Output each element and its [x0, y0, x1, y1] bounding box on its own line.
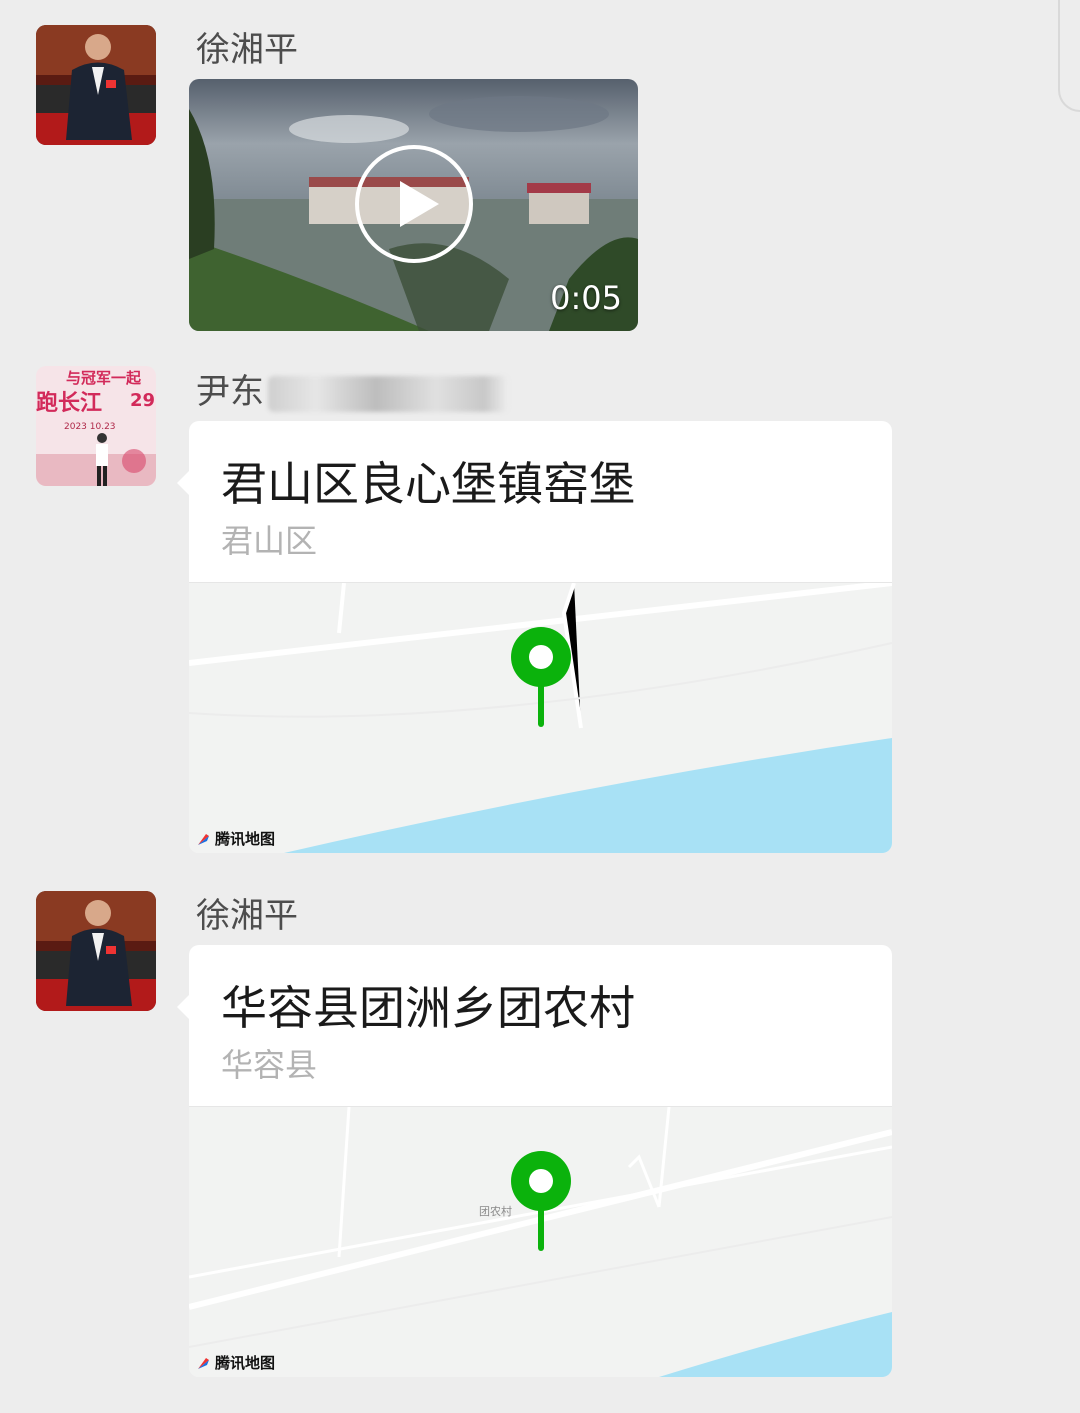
map-provider-label: 腾讯地图: [215, 1354, 276, 1372]
video-duration: 0:05: [550, 279, 622, 317]
video-message[interactable]: 0:05: [189, 79, 638, 331]
map-provider-label: 腾讯地图: [215, 830, 276, 848]
poster-line1: 与冠军一起: [66, 369, 142, 387]
bubble-tail: [177, 995, 189, 1019]
scrollbar-edge: [1058, 0, 1080, 112]
bubble-tail: [177, 471, 189, 495]
location-pin-icon: [511, 627, 571, 727]
sender-name: 徐湘平: [196, 30, 298, 70]
location-card[interactable]: 华容县团洲乡团农村 华容县 团农村 腾讯地图: [177, 945, 892, 1377]
poster-line2: 跑长江: [36, 391, 102, 416]
location-map[interactable]: 腾讯地图: [189, 583, 892, 853]
location-pin-icon: [511, 1151, 571, 1251]
sender-name: 尹东: [196, 372, 264, 412]
location-subtitle: 华容县: [221, 1046, 318, 1084]
redacted-name-blur: [268, 375, 508, 412]
poster-number: 29: [130, 390, 155, 411]
location-title: 华容县团洲乡团农村: [221, 981, 635, 1035]
sender-name: 徐湘平: [196, 896, 298, 936]
avatar-photo: [36, 25, 156, 145]
location-title: 君山区良心堡镇窑堡: [221, 457, 635, 511]
tencent-map-logo-icon: [198, 833, 209, 845]
location-map[interactable]: 团农村 腾讯地图: [189, 1107, 892, 1377]
location-card[interactable]: 君山区良心堡镇窑堡 君山区 腾讯地图: [177, 421, 892, 853]
avatar-photo: [36, 891, 156, 1011]
avatar-xu-xiangping[interactable]: [36, 25, 156, 145]
play-icon[interactable]: [353, 143, 475, 265]
avatar-yin-dong[interactable]: 与冠军一起 跑长江 29 2023 10.23: [36, 366, 156, 486]
avatar-poster: 与冠军一起 跑长江 29 2023 10.23: [36, 366, 156, 486]
map-provider-logo: 腾讯地图: [197, 1352, 275, 1373]
location-header: 君山区良心堡镇窑堡 君山区: [189, 421, 892, 583]
poster-date: 2023 10.23: [64, 422, 116, 432]
location-header: 华容县团洲乡团农村 华容县: [189, 945, 892, 1107]
avatar-xu-xiangping[interactable]: [36, 891, 156, 1011]
tencent-map-logo-icon: [198, 1357, 209, 1369]
location-subtitle: 君山区: [221, 522, 318, 560]
map-provider-logo: 腾讯地图: [197, 828, 275, 849]
sender-name-container: 尹东: [196, 372, 508, 412]
